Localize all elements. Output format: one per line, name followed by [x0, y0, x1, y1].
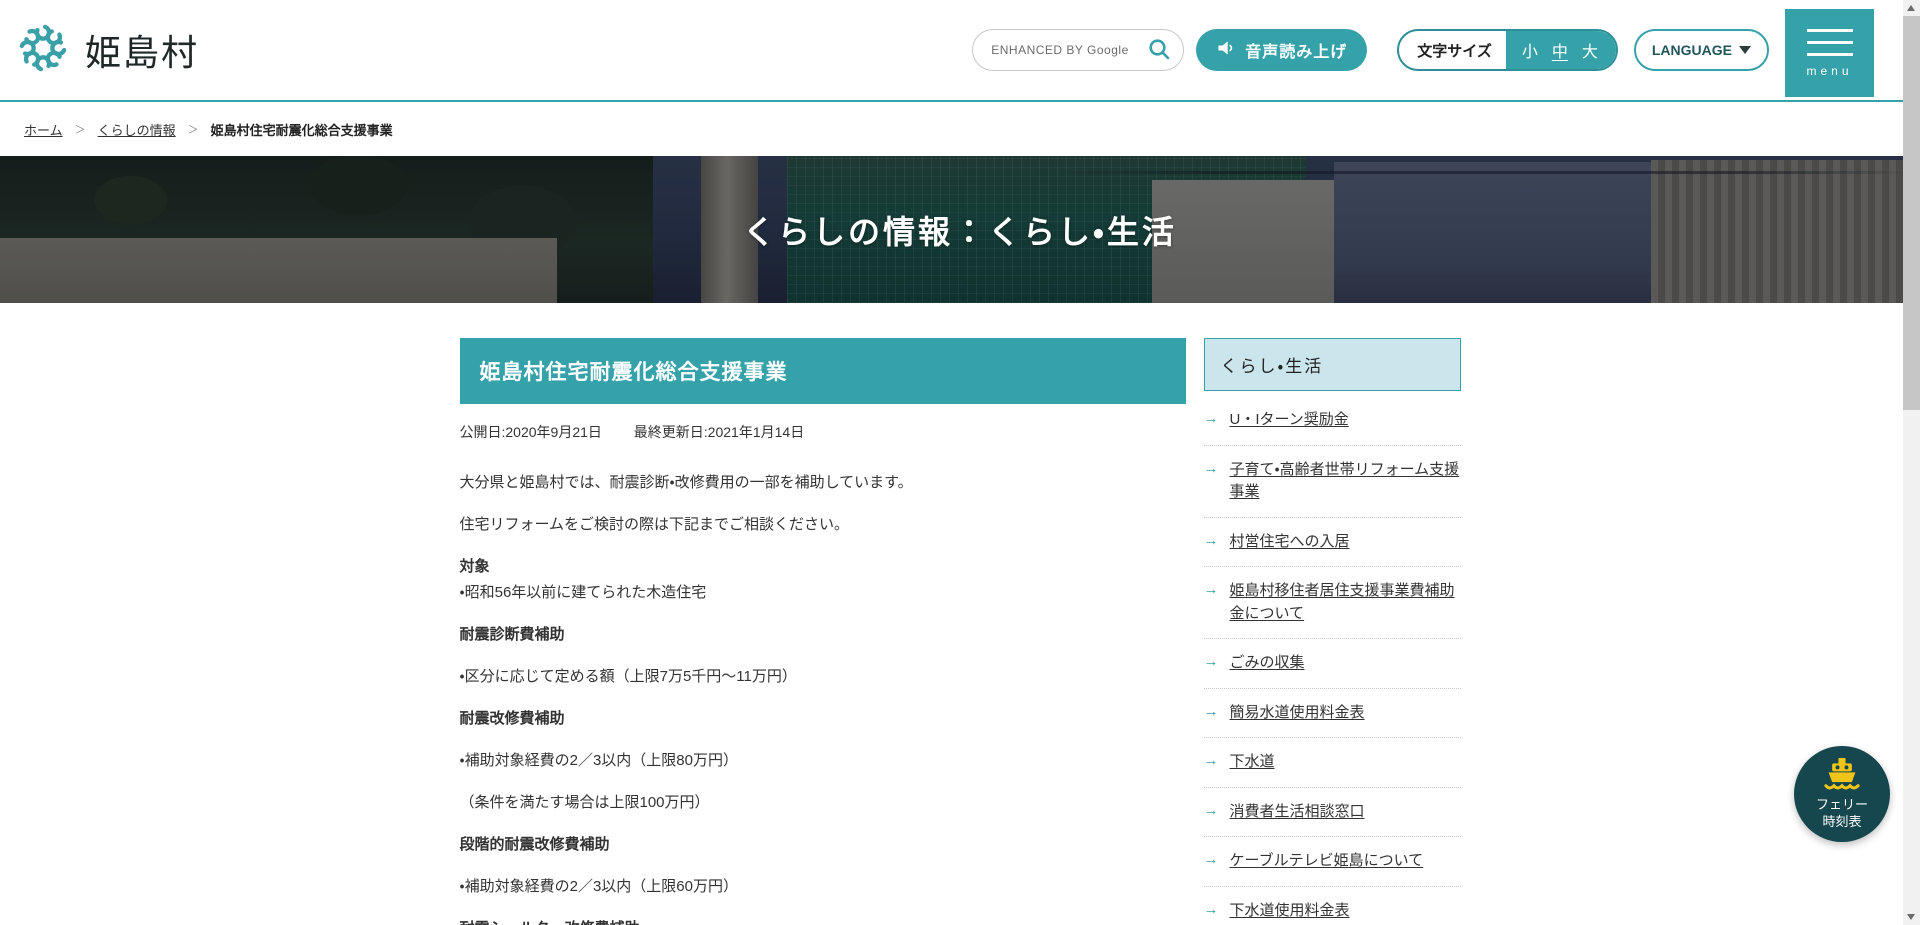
breadcrumb-separator: ＞: [187, 124, 199, 136]
sidebar-link-list: → U・Iターン奨励金 → 子育て・高齢者世帯リフォーム支援事業 → 村営住宅へ…: [1203, 396, 1461, 925]
ferry-button-label: フェリー 時刻表: [1815, 797, 1868, 829]
font-size-medium[interactable]: 中: [1552, 38, 1568, 62]
language-button[interactable]: LANGUAGE: [1633, 29, 1769, 71]
site-search: [972, 29, 1185, 71]
paragraph: ・補助対象経費の2／3以内（上限60万円）: [459, 878, 738, 895]
article: 姫島村住宅耐震化総合支援事業 公開日:2020年9月21日 最終更新日:2021…: [459, 338, 1186, 925]
breadcrumb-living-info[interactable]: くらしの情報: [98, 120, 176, 139]
sidebar-title: くらし・生活: [1203, 338, 1461, 391]
arrow-right-icon: →: [1203, 752, 1219, 769]
updated-date: 最終更新日:2021年1月14日: [633, 424, 805, 440]
sidebar-link[interactable]: ごみの収集: [1230, 654, 1305, 671]
paragraph: 大分県と姫島村では、耐震診断・改修費用の一部を補助しています。: [459, 474, 913, 491]
sidebar-item-migrant-subsidy: → 姫島村移住者居住支援事業費補助金について: [1203, 567, 1461, 639]
paragraph: （条件を満たす場合は上限100万円）: [459, 794, 710, 811]
ferry-timetable-button[interactable]: フェリー 時刻表: [1794, 746, 1890, 842]
sidebar-item-sewer-fees: → 下水道使用料金表: [1204, 887, 1461, 925]
section-heading: 段階的耐震改修費補助: [459, 836, 610, 853]
arrow-right-icon: →: [1203, 900, 1219, 918]
arrow-right-icon: →: [1203, 653, 1219, 670]
triangle-down-icon: [1739, 46, 1751, 54]
published-date: 公開日:2020年9月21日: [459, 424, 602, 440]
sidebar-link[interactable]: 下水道: [1230, 753, 1275, 770]
sidebar-link[interactable]: 子育て・高齢者世帯リフォーム支援事業: [1230, 461, 1460, 501]
scroll-up-arrow-icon[interactable]: [1907, 5, 1915, 11]
search-input[interactable]: [991, 43, 1148, 57]
sidebar-item-consumer-consult: → 消費者生活相談窓口: [1203, 788, 1461, 837]
breadcrumb: ホーム ＞ くらしの情報 ＞ 姫島村住宅耐震化総合支援事業: [0, 102, 1920, 156]
section-heading: 耐震改修費補助: [459, 710, 565, 727]
arrow-right-icon: →: [1203, 459, 1219, 477]
sidebar-link[interactable]: 村営住宅への入居: [1230, 533, 1350, 550]
site-header: 姫島村 音声読み上げ 文字サイズ: [0, 0, 1920, 102]
hamburger-icon: [1806, 28, 1853, 56]
article-dates: 公開日:2020年9月21日 最終更新日:2021年1月14日: [460, 422, 1186, 442]
scrollbar-thumb[interactable]: [1903, 16, 1920, 410]
font-size-control: 文字サイズ 小 中 大: [1397, 29, 1618, 71]
arrow-right-icon: →: [1203, 801, 1219, 819]
sidebar-item-village-housing: → 村営住宅への入居: [1203, 518, 1461, 567]
sidebar-item-water-fees: → 簡易水道使用料金表: [1203, 689, 1461, 738]
article-body: 大分県と姫島村では、耐震診断・改修費用の一部を補助しています。 住宅リフォームを…: [460, 472, 1186, 925]
ship-icon: [1820, 758, 1864, 795]
site-logo[interactable]: 姫島村: [15, 20, 199, 81]
menu-label: menu: [1806, 63, 1853, 78]
hero-title: くらしの情報：くらし・生活: [743, 213, 1177, 250]
search-button[interactable]: [1147, 37, 1171, 64]
sidebar-item-ui-turn: → U・Iターン奨励金: [1203, 396, 1461, 446]
section-heading: 対象: [459, 558, 490, 575]
paragraph: ・区分に応じて定める額（上限7万5千円～11万円）: [459, 668, 797, 685]
sidebar-link[interactable]: 下水道使用料金表: [1230, 902, 1350, 919]
font-size-label: 文字サイズ: [1417, 42, 1492, 60]
sidebar-living-life: くらし・生活 → U・Iターン奨励金 → 子育て・高齢者世帯リフォーム支援事業 …: [1203, 338, 1461, 925]
sidebar-link[interactable]: 姫島村移住者居住支援事業費補助金について: [1230, 582, 1455, 622]
text-to-speech-button[interactable]: 音声読み上げ: [1196, 29, 1368, 71]
font-size-large[interactable]: 大: [1582, 38, 1598, 62]
sidebar-item-sewer: → 下水道: [1203, 738, 1461, 788]
paragraph: ・昭和56年以前に建てられた木造住宅: [459, 584, 707, 601]
hero-banner: くらしの情報：くらし・生活: [0, 156, 1920, 303]
article-title: 姫島村住宅耐震化総合支援事業: [459, 338, 1186, 404]
village-emblem-icon: [15, 20, 71, 81]
sidebar-link[interactable]: 簡易水道使用料金表: [1230, 704, 1365, 721]
magnifier-icon: [1147, 37, 1171, 64]
site-name: 姫島村: [85, 32, 200, 73]
font-size-small[interactable]: 小: [1522, 38, 1538, 62]
arrow-right-icon: →: [1203, 581, 1219, 598]
section-heading: 耐震シェルター改修費補助: [460, 918, 1186, 925]
arrow-right-icon: →: [1203, 851, 1219, 868]
menu-button[interactable]: menu: [1785, 9, 1874, 97]
scroll-down-arrow-icon[interactable]: [1907, 914, 1915, 920]
breadcrumb-home[interactable]: ホーム: [24, 120, 63, 139]
tts-label: 音声読み上げ: [1245, 44, 1348, 61]
arrow-right-icon: →: [1203, 702, 1219, 720]
language-label: LANGUAGE: [1651, 42, 1732, 58]
paragraph: ・補助対象経費の2／3以内（上限80万円）: [459, 752, 738, 769]
paragraph: 住宅リフォームをご検討の際は下記までご相談ください。: [459, 516, 850, 533]
sidebar-item-reform-support: → 子育て・高齢者世帯リフォーム支援事業: [1203, 446, 1461, 518]
arrow-right-icon: →: [1203, 531, 1219, 549]
sidebar-link[interactable]: U・Iターン奨励金: [1230, 411, 1349, 428]
page-body: 姫島村住宅耐震化総合支援事業 公開日:2020年9月21日 最終更新日:2021…: [0, 303, 1920, 925]
vertical-scrollbar[interactable]: [1903, 0, 1920, 925]
sidebar-item-cable-tv: → ケーブルテレビ姫島について: [1203, 837, 1461, 887]
sidebar-item-garbage: → ごみの収集: [1203, 639, 1461, 689]
breadcrumb-separator: ＞: [74, 124, 86, 136]
sidebar-link[interactable]: ケーブルテレビ姫島について: [1230, 852, 1424, 869]
sidebar-link[interactable]: 消費者生活相談窓口: [1230, 803, 1365, 820]
speaker-icon: [1216, 38, 1236, 63]
font-size-options: 小 中 大: [1505, 31, 1616, 69]
arrow-right-icon: →: [1203, 410, 1219, 427]
header-controls: 音声読み上げ 文字サイズ 小 中 大 LANGUAGE menu: [972, 6, 1874, 97]
section-heading: 耐震診断費補助: [459, 626, 565, 643]
breadcrumb-current-page: 姫島村住宅耐震化総合支援事業: [210, 122, 393, 138]
